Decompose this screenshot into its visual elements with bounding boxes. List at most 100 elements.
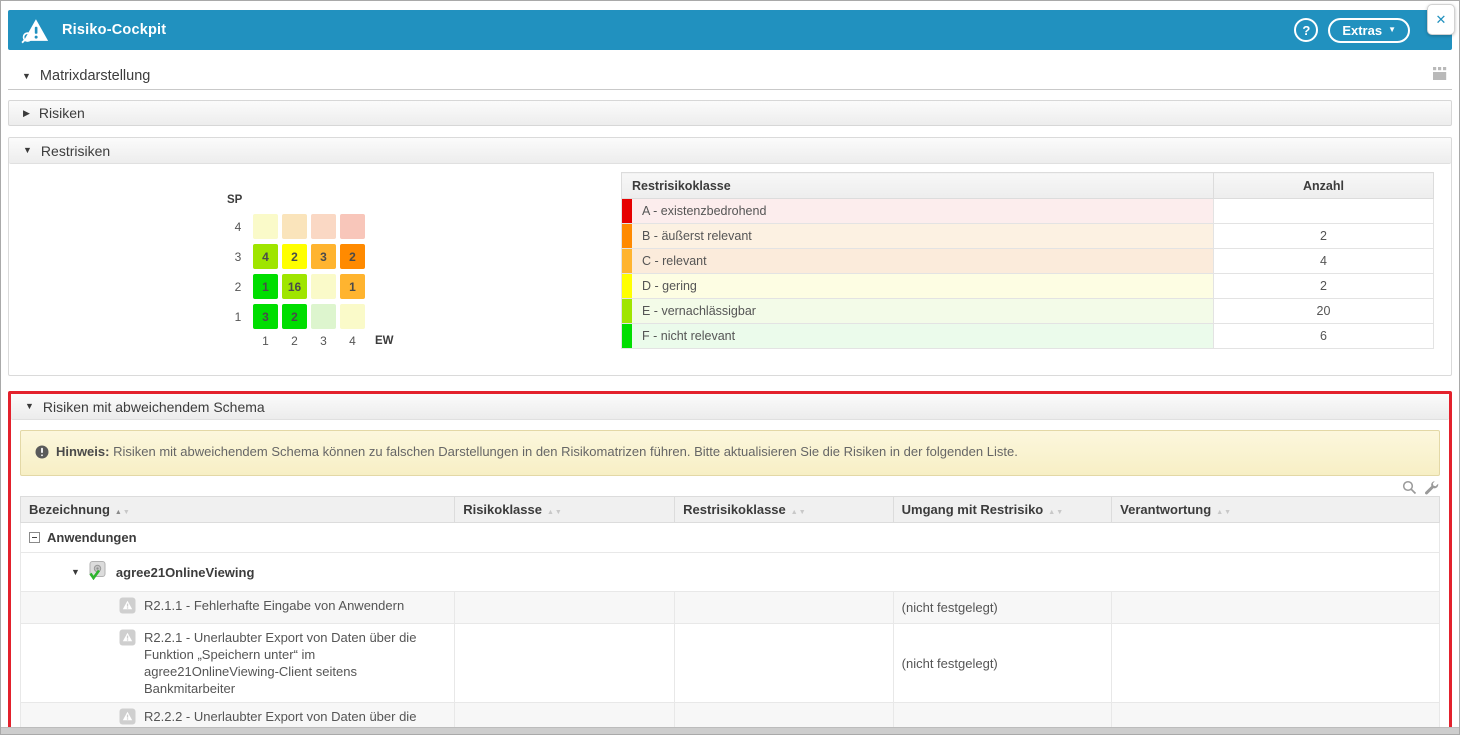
matrix-cell[interactable]: 3 (253, 304, 278, 329)
matrix-cell[interactable]: 3 (311, 244, 336, 269)
matrix-row: 21161 (227, 274, 621, 299)
sort-asc-icon: ▲ (1048, 509, 1056, 516)
risikoklasse-cell (455, 592, 675, 624)
matrix-x-tick: 3 (311, 334, 336, 348)
chevron-down-icon: ▼ (1388, 26, 1396, 34)
restrisiko-table: Restrisikoklasse Anzahl A - existenzbedr… (621, 172, 1434, 349)
matrix-cell[interactable]: 2 (282, 244, 307, 269)
class-label: F - nicht relevant (642, 329, 735, 343)
sort-icons: ▲▼ (791, 509, 807, 516)
matrix-x-axis: 1234EW (227, 334, 621, 348)
matrix-cell[interactable]: 1 (253, 274, 278, 299)
class-count: 6 (1214, 324, 1434, 349)
matrix-x-tick: 4 (340, 334, 365, 348)
restrisiko-class-cell: C - relevant (622, 249, 1214, 274)
restrisikoklasse-cell (675, 624, 894, 703)
app-window: Risiko-Cockpit ? Extras ▼ ✕ ▼ Matrixdars… (0, 0, 1460, 735)
search-icon[interactable] (1402, 480, 1417, 495)
column-header-umgang-mit-restrisiko[interactable]: Umgang mit Restrisiko ▲▼ (893, 497, 1112, 523)
highlighted-section: ▼ Risiken mit abweichendem Schema Hinwei… (8, 391, 1452, 735)
risk-row[interactable]: R2.1.1 - Fehlerhafte Eingabe von Anwende… (21, 592, 1440, 624)
restrisiko-row: D - gering2 (622, 274, 1434, 299)
umgang-cell: (nicht festgelegt) (893, 592, 1112, 624)
column-header-restrisikoklasse[interactable]: Restrisikoklasse ▲▼ (675, 497, 894, 523)
matrix-cell (340, 304, 365, 329)
section-schema-label: Risiken mit abweichendem Schema (43, 399, 265, 415)
section-restrisiken[interactable]: ▼ Restrisiken (9, 138, 1451, 164)
help-button[interactable]: ? (1294, 18, 1318, 42)
matrix-cell[interactable]: 2 (340, 244, 365, 269)
section-risiken[interactable]: ▶ Risiken (8, 100, 1452, 126)
risk-title: R2.1.1 - Fehlerhafte Eingabe von Anwende… (144, 597, 404, 614)
restrisiko-row: A - existenzbedrohend (622, 199, 1434, 224)
subgroup-row[interactable]: ▼ agree21OnlineViewing (21, 553, 1440, 592)
column-header-label: Restrisikoklasse (683, 502, 786, 517)
matrix-row: 4 (227, 214, 621, 239)
subgroup-cell: ▼ agree21OnlineViewing (21, 553, 1440, 592)
restrisiko-table-header-klasse: Restrisikoklasse (622, 173, 1214, 199)
hint-message: Risiken mit abweichendem Schema können z… (113, 444, 1018, 459)
group-cell-content: Anwendungen (29, 528, 1431, 547)
matrix-x-tick: 1 (253, 334, 278, 348)
section-schema[interactable]: ▼ Risiken mit abweichendem Schema (11, 394, 1449, 420)
sort-icons: ▲▼ (1216, 509, 1232, 516)
matrix-cell (253, 214, 278, 239)
verantwortung-cell (1112, 592, 1440, 624)
sort-asc-icon: ▲ (115, 509, 123, 516)
sort-desc-icon: ▼ (123, 509, 131, 516)
extras-label: Extras (1342, 23, 1382, 38)
matrix-cell (311, 274, 336, 299)
caret-down-icon[interactable]: ▼ (71, 568, 80, 577)
risk-warning-icon (119, 708, 136, 729)
class-color-strip (622, 274, 632, 298)
restrisiko-class-cell: F - nicht relevant (622, 324, 1214, 349)
verantwortung-cell (1112, 624, 1440, 703)
class-count: 2 (1214, 274, 1434, 299)
matrix-cell[interactable]: 1 (340, 274, 365, 299)
column-header-bezeichnung[interactable]: Bezeichnung ▲▼ (21, 497, 455, 523)
umgang-cell: (nicht festgelegt) (893, 624, 1112, 703)
matrix-row: 132 (227, 304, 621, 329)
column-header-label: Bezeichnung (29, 502, 110, 517)
column-header-verantwortung[interactable]: Verantwortung ▲▼ (1112, 497, 1440, 523)
restrisiko-row: F - nicht relevant 6 (622, 324, 1434, 349)
risk-row[interactable]: R2.2.1 - Unerlaubter Export von Daten üb… (21, 624, 1440, 703)
extras-button[interactable]: Extras ▼ (1328, 18, 1410, 43)
class-count: 2 (1214, 224, 1434, 249)
restrisiko-table-header-anzahl: Anzahl (1214, 173, 1434, 199)
caret-down-icon: ▼ (23, 146, 32, 155)
column-header-label: Umgang mit Restrisiko (902, 502, 1044, 517)
matrix-y-tick: 1 (227, 310, 249, 324)
class-color-strip (622, 199, 632, 223)
column-header-label: Verantwortung (1120, 502, 1211, 517)
section-matrixdarstellung[interactable]: ▼ Matrixdarstellung (8, 63, 1452, 90)
caret-down-icon: ▼ (25, 402, 34, 411)
matrix-cell[interactable]: 16 (282, 274, 307, 299)
collapse-minus-icon[interactable] (29, 532, 40, 543)
restrisiko-row: B - äußerst relevant 2 (622, 224, 1434, 249)
hint-text: Hinweis: Risiken mit abweichendem Schema… (56, 444, 1018, 459)
wrench-icon[interactable] (1424, 480, 1439, 495)
bezeichnung-content: R2.1.1 - Fehlerhafte Eingabe von Anwende… (29, 597, 446, 618)
class-count: 4 (1214, 249, 1434, 274)
class-label: B - äußerst relevant (642, 229, 752, 243)
matrix-cell[interactable]: 2 (282, 304, 307, 329)
close-window-button[interactable]: ✕ (1427, 4, 1455, 35)
column-header-risikoklasse[interactable]: Risikoklasse▲▼ (455, 497, 675, 523)
matrix-cell (311, 304, 336, 329)
matrix-y-tick: 2 (227, 280, 249, 294)
matrix-cell[interactable]: 4 (253, 244, 278, 269)
matrix-y-tick: 4 (227, 220, 249, 234)
panel-layout-icon[interactable] (1430, 64, 1450, 86)
matrix-cell (311, 214, 336, 239)
matrix-row: 34232 (227, 244, 621, 269)
restrisikoklasse-cell (675, 592, 894, 624)
group-row[interactable]: Anwendungen (21, 523, 1440, 553)
subgroup-label: agree21OnlineViewing (116, 565, 254, 580)
sort-icons: ▲▼ (1048, 509, 1064, 516)
info-icon (35, 445, 49, 462)
restrisiko-class-cell: B - äußerst relevant (622, 224, 1214, 249)
sort-desc-icon: ▼ (799, 509, 807, 516)
sort-icons: ▲▼ (547, 509, 563, 516)
class-color-strip (622, 249, 632, 273)
